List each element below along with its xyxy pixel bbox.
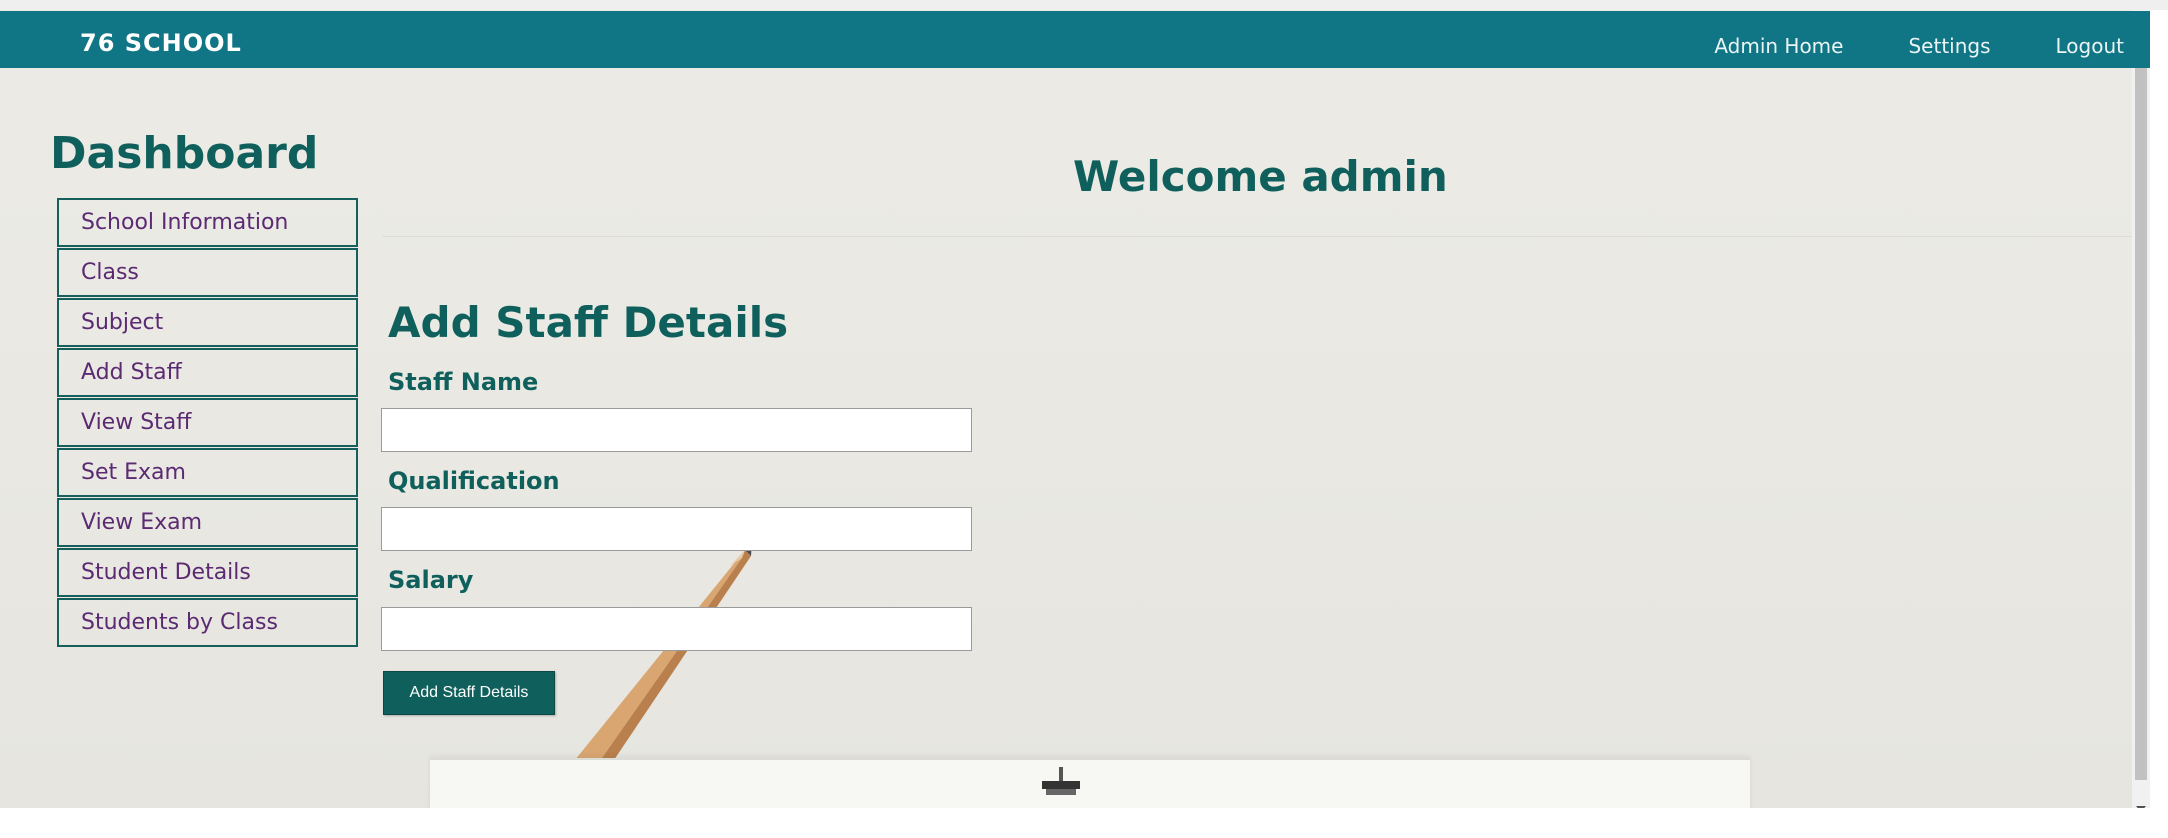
sidebar-item-add-staff[interactable]: Add Staff bbox=[57, 348, 358, 397]
sidebar-item-student-details[interactable]: Student Details bbox=[57, 548, 358, 597]
page-scrollbar[interactable] bbox=[2132, 10, 2150, 808]
scroll-thumb[interactable] bbox=[2135, 28, 2147, 780]
nav-logout-link[interactable]: Logout bbox=[2056, 34, 2124, 58]
welcome-heading: Welcome admin bbox=[1073, 152, 1448, 201]
salary-label: Salary bbox=[388, 566, 474, 594]
browser-top-strip bbox=[0, 0, 2168, 10]
sidebar-item-view-staff[interactable]: View Staff bbox=[57, 398, 358, 447]
add-staff-details-button[interactable]: Add Staff Details bbox=[383, 671, 555, 715]
nav-settings-link[interactable]: Settings bbox=[1908, 34, 1990, 58]
staff-name-label: Staff Name bbox=[388, 368, 539, 396]
sidebar-item-subject[interactable]: Subject bbox=[57, 298, 358, 347]
form-title: Add Staff Details bbox=[388, 298, 789, 347]
qualification-input[interactable] bbox=[381, 507, 972, 551]
staff-name-input[interactable] bbox=[381, 408, 972, 452]
brand-logo-text[interactable]: 76 SCHOOL bbox=[80, 29, 242, 57]
sidebar-item-students-by-class[interactable]: Students by Class bbox=[57, 598, 358, 647]
sidebar-item-class[interactable]: Class bbox=[57, 248, 358, 297]
nav-links: Admin Home Settings Logout bbox=[1714, 34, 2124, 58]
browser-bottom-strip bbox=[0, 808, 2168, 838]
sidebar-menu: School Information Class Subject Add Sta… bbox=[57, 198, 358, 648]
salary-input[interactable] bbox=[381, 607, 972, 651]
dashboard-title: Dashboard bbox=[50, 128, 319, 179]
section-divider bbox=[382, 236, 2132, 237]
binder-clip-illustration bbox=[1042, 767, 1080, 795]
top-navbar: 76 SCHOOL Admin Home Settings Logout bbox=[0, 11, 2150, 68]
qualification-label: Qualification bbox=[388, 467, 560, 495]
notepad-illustration bbox=[430, 758, 1750, 808]
sidebar-item-school-information[interactable]: School Information bbox=[57, 198, 358, 247]
nav-admin-home-link[interactable]: Admin Home bbox=[1714, 34, 1843, 58]
sidebar-item-set-exam[interactable]: Set Exam bbox=[57, 448, 358, 497]
sidebar-item-view-exam[interactable]: View Exam bbox=[57, 498, 358, 547]
